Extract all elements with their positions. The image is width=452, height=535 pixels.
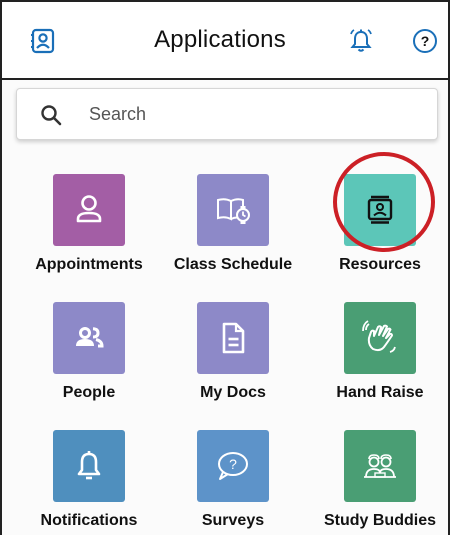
app-label: Study Buddies [323, 512, 436, 529]
search-input[interactable]: Search [89, 104, 146, 125]
document-icon [222, 322, 245, 354]
app-icon-box [197, 302, 269, 374]
app-label: People [62, 384, 116, 401]
app-tile-surveys[interactable]: ? Surveys [158, 430, 308, 530]
app-icon-box [197, 174, 269, 246]
svg-text:?: ? [421, 33, 430, 49]
help-icon[interactable]: ? [412, 28, 438, 54]
app-icon-box [53, 174, 125, 246]
hand-wave-icon [362, 320, 396, 353]
book-clock-icon [217, 198, 250, 224]
app-label: Notifications [40, 512, 138, 529]
app-label: Appointments [35, 256, 143, 273]
notification-bell-icon[interactable] [348, 28, 374, 54]
app-tile-resources[interactable]: Resources [305, 174, 452, 274]
svg-text:?: ? [229, 456, 237, 472]
app-tile-people[interactable]: People [14, 302, 164, 402]
app-tile-hand-raise[interactable]: Hand Raise [305, 302, 452, 402]
app-label: Class Schedule [173, 256, 293, 273]
question-bubble-icon: ? [218, 452, 248, 480]
app-icon-box: ? [197, 430, 269, 502]
page-title: Applications [154, 26, 286, 53]
people-icon [76, 327, 104, 348]
search-icon [41, 105, 62, 126]
app-header: Applications ? [2, 2, 448, 80]
app-label: My Docs [200, 384, 266, 401]
app-icon-box [344, 302, 416, 374]
app-tile-notifications[interactable]: Notifications [14, 430, 164, 530]
app-tile-study-buddies[interactable]: Study Buddies [305, 430, 452, 530]
app-icon-box [53, 302, 125, 374]
resources-icon [367, 195, 393, 224]
app-icon-box [344, 174, 416, 246]
app-tile-appointments[interactable]: Appointments [14, 174, 164, 274]
app-icon-box [53, 430, 125, 502]
study-buddies-icon [364, 454, 396, 478]
app-tile-my-docs[interactable]: My Docs [158, 302, 308, 402]
app-icon-box [344, 430, 416, 502]
search-bar[interactable]: Search [16, 88, 438, 140]
app-label: Resources [339, 256, 421, 273]
person-icon [76, 195, 102, 223]
app-frame: Applications ? Search Appointments Class… [0, 0, 450, 535]
bell-icon [77, 451, 101, 480]
app-label: Surveys [201, 512, 265, 529]
app-tile-class-schedule[interactable]: Class Schedule [158, 174, 308, 274]
app-label: Hand Raise [336, 384, 424, 401]
